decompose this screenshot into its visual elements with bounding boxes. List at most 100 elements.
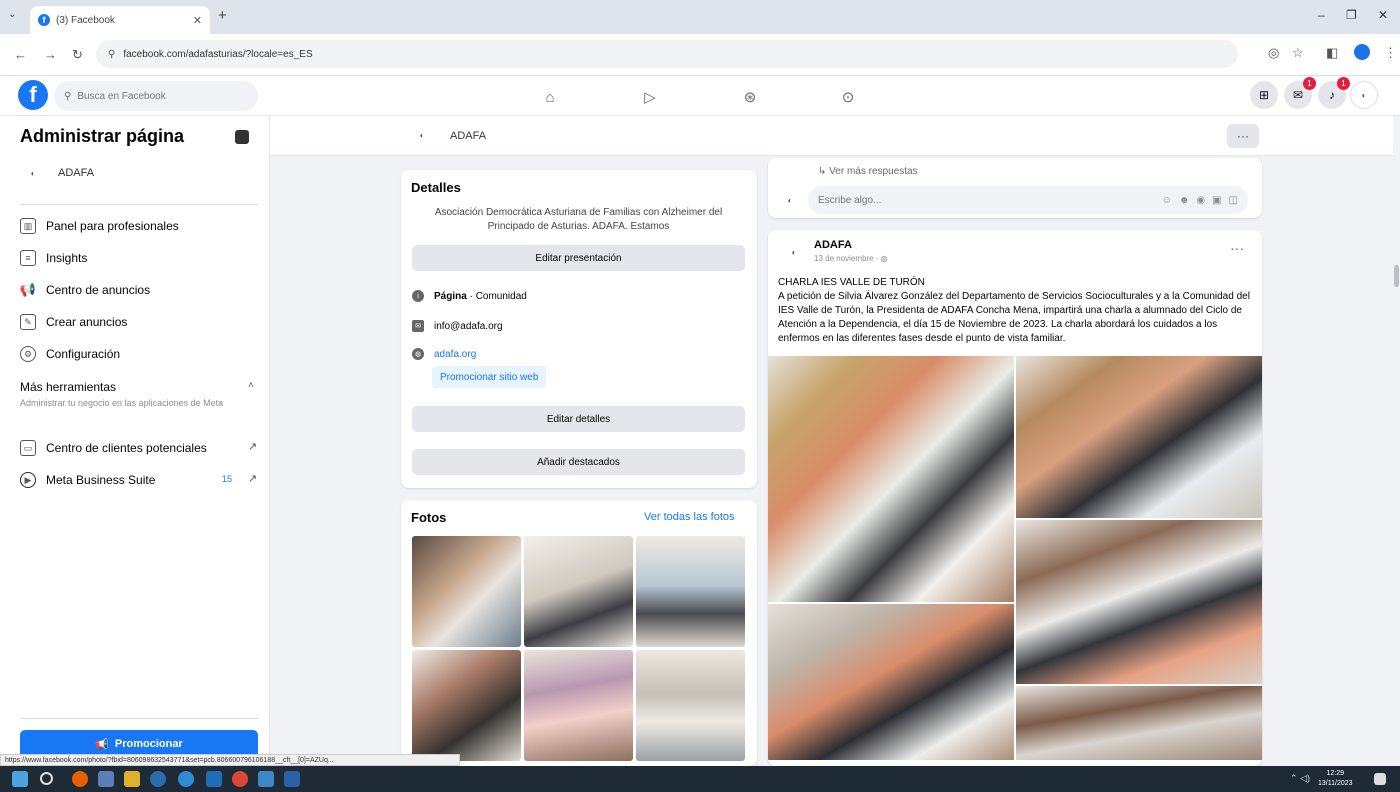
comment-field[interactable]: ☺ ☻ ◉ ▣ ◫ [808,186,1248,214]
email-value: info@adafa.org [434,320,503,332]
browser-menu-icon[interactable]: ⋮ [1384,45,1397,61]
post-photo[interactable] [768,356,1014,602]
sidebar-item-ads-center[interactable]: 📢 Centro de anuncios [20,282,150,298]
emoji-icon[interactable]: ☻ [1179,195,1190,206]
details-title: Detalles [411,180,461,195]
profile-icon[interactable] [1354,44,1370,60]
browser-tab-bar: ⌄ f (3) Facebook ✕ + – ❐ ✕ [0,0,1400,34]
notifications-icon[interactable]: ♪ 1 [1318,77,1350,109]
gaming-icon[interactable]: ⊙ [836,85,860,109]
photo-thumbnail[interactable] [636,536,745,647]
page-avatar[interactable]: ◐ [410,123,434,147]
email-row: ✉ info@adafa.org [412,320,503,332]
sidebar-item-insights[interactable]: ≡ Insights [20,250,87,266]
sticker-icon[interactable]: ◫ [1229,195,1238,206]
marketplace-icon[interactable]: ⊛ [738,85,762,109]
promote-website-button[interactable]: Promocionar sitio web [432,366,547,388]
sidebar-item-settings[interactable]: ⚙ Configuración [20,346,120,362]
windows-start-icon[interactable] [12,771,28,787]
close-window-icon[interactable]: ✕ [1378,8,1388,22]
profile-avatar[interactable]: ◐ [1350,81,1378,109]
post-date[interactable]: 13 de noviembre · ◍ [814,254,888,263]
add-featured-button[interactable]: Añadir destacados [412,449,745,475]
video-icon[interactable]: ▷ [638,85,662,109]
edge-icon[interactable] [150,771,166,787]
sidebar-item-meta-business-suite[interactable]: ▶ Meta Business Suite [20,472,155,488]
post-body: A petición de Silvia Álvarez González de… [778,291,1250,344]
website-link[interactable]: adafa.org [434,349,476,360]
store-icon[interactable] [206,771,222,787]
post-author-avatar[interactable]: ◐ [780,238,808,266]
comment-input[interactable] [818,194,1162,206]
reload-icon[interactable]: ↻ [72,47,83,63]
post-text: CHARLA IES VALLE DE TURÓN A petición de … [778,276,1250,346]
sidebar-page-entry[interactable]: ◐ ADAFA [20,160,94,186]
post-photo-collage [768,356,1262,760]
bookmark-star-icon[interactable]: ☆ [1292,45,1304,61]
avatar-sticker-icon[interactable]: ☺ [1162,195,1172,206]
task-view-icon[interactable] [98,771,114,787]
photo-thumbnail[interactable] [636,650,745,761]
post-author[interactable]: ADAFA [814,239,852,251]
url-field[interactable]: ⚲ facebook.com/adafasturias/?locale=es_E… [96,40,1238,68]
photo-thumbnail[interactable] [524,650,633,761]
photo-thumbnail[interactable] [524,536,633,647]
gif-icon[interactable]: ▣ [1212,195,1221,206]
scrollbar-thumb[interactable] [1394,265,1399,287]
chrome-icon[interactable] [232,771,248,787]
menu-grid-icon[interactable]: ⊞ [1250,81,1278,109]
firefox-icon[interactable] [72,771,88,787]
more-replies-link[interactable]: ↳ Ver más respuestas [818,166,918,177]
facebook-favicon-icon: f [38,14,50,26]
subheader-page-name[interactable]: ADAFA [450,130,486,142]
post-options-icon[interactable]: ··· [1230,240,1244,256]
facebook-logo-icon[interactable]: f [18,80,48,110]
edge-new-icon[interactable] [178,771,194,787]
post-photo[interactable] [1016,356,1262,518]
minimize-icon[interactable]: – [1318,8,1325,22]
taskbar-clock[interactable]: 12:29 13/11/2023 [1318,769,1353,789]
see-all-photos-link[interactable]: Ver todas las fotos [644,511,735,523]
notifications-center-icon[interactable] [1374,773,1386,785]
sidebar-item-leads-center[interactable]: ▭ Centro de clientes potenciales [20,440,207,456]
more-options-button[interactable]: ··· [1227,124,1259,148]
post-photo[interactable] [768,604,1014,760]
app-icon[interactable] [284,771,300,787]
status-bar-url: https://www.facebook.com/photo/?fbid=806… [0,754,460,766]
search-input[interactable] [77,90,238,102]
edit-presentation-button[interactable]: Editar presentación [412,245,745,271]
page-avatar: ◐ [20,160,46,186]
leads-icon: ▭ [20,440,36,456]
photo-thumbnail[interactable] [412,650,521,761]
facebook-header: f ⚲ ⌂ ▷ ⊛ ⊙ ⊞ ✉ 1 ♪ 1 ◐ [0,76,1400,116]
file-explorer-icon[interactable] [124,771,140,787]
site-info-icon[interactable]: ⚲ [108,49,115,60]
facebook-search[interactable]: ⚲ [54,81,258,111]
side-panel-icon[interactable]: ◧ [1326,45,1338,61]
photo-thumbnail[interactable] [412,536,521,647]
sidebar-item-professional-dashboard[interactable]: ▥ Panel para profesionales [20,218,179,234]
home-icon[interactable]: ⌂ [538,85,562,109]
google-lens-icon[interactable]: ◎ [1268,45,1279,61]
clock-time: 12:29 [1326,770,1345,777]
camera-icon[interactable]: ◉ [1196,195,1205,206]
post-photo[interactable] [1016,520,1262,684]
edit-details-button[interactable]: Editar detalles [412,406,745,432]
back-icon[interactable]: ← [14,47,27,62]
post-photo[interactable] [1016,686,1262,760]
forward-icon[interactable]: → [44,47,57,62]
sidebar-toggle-icon[interactable] [235,130,249,144]
maximize-icon[interactable]: ❐ [1346,8,1357,22]
details-description: Asociación Democrática Asturiana de Fami… [434,207,723,232]
messenger-icon[interactable]: ✉ 1 [1284,77,1316,109]
close-tab-icon[interactable]: ✕ [193,14,202,27]
browser-tab[interactable]: f (3) Facebook ✕ [30,6,210,34]
app-icon[interactable] [258,771,274,787]
page-scrollbar[interactable] [1393,116,1400,754]
sidebar-item-create-ads[interactable]: ✎ Crear anuncios [20,314,127,330]
search-icon[interactable] [40,772,53,785]
chevron-up-icon[interactable]: ˄ [248,380,254,391]
tab-search-icon[interactable]: ⌄ [8,9,16,20]
new-tab-icon[interactable]: + [218,7,227,24]
system-tray-icons[interactable]: ⌃ ◁) [1290,773,1310,784]
